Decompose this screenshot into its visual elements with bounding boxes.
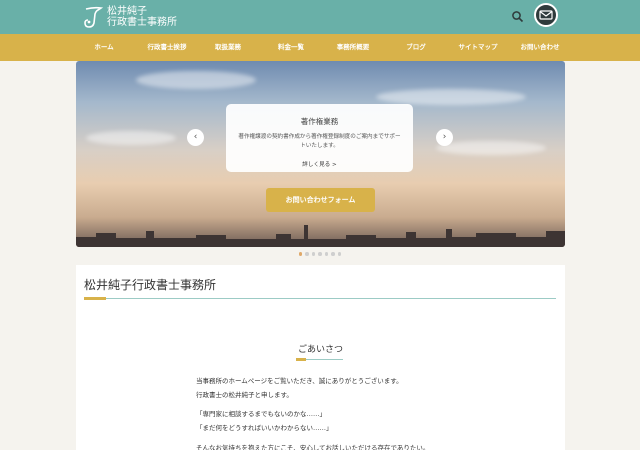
prev-slide-arrow[interactable]: ‹: [187, 129, 204, 146]
greeting-paragraph: 行政書士の松井純子と申します。: [196, 391, 293, 399]
nav-item-services[interactable]: 取扱業務: [215, 34, 241, 61]
slider-dot[interactable]: [298, 252, 303, 256]
greeting-quote: 「専門家に相談するまでもないのかな……」: [196, 410, 326, 418]
slider-dot[interactable]: [324, 252, 329, 256]
slide-description: 著作権譲渡の契約書作成から著作権登録制度のご案内までサポートいたします。: [238, 134, 401, 149]
contact-form-button[interactable]: お問い合わせフォーム: [266, 188, 375, 212]
main-content: 松井純子行政書士事務所 ごあいさつ 当事務所のホームページをご覧いただき、誠にあ…: [76, 265, 565, 450]
sky-cloud: [436, 141, 546, 155]
nav-item-contact[interactable]: お問い合わせ: [521, 34, 560, 61]
slider-dot[interactable]: [337, 252, 342, 256]
greeting-paragraph: 当事務所のホームページをご覧いただき、誠にありがとうございます。: [196, 377, 403, 385]
nav-item-home[interactable]: ホーム: [94, 34, 113, 61]
page-title: 松井純子行政書士事務所: [84, 278, 217, 292]
slider-dot[interactable]: [311, 252, 316, 256]
logo-text: 松井純子 行政書士事務所: [107, 6, 177, 28]
sky-cloud: [376, 89, 526, 105]
logo-line2: 行政書士事務所: [107, 17, 177, 28]
title-divider: [84, 298, 556, 299]
search-icon[interactable]: [511, 10, 524, 23]
sky-cloud: [86, 131, 176, 145]
main-nav: ホーム 行政書士挨拶 取扱業務 料金一覧 事務所概要 ブログ サイトマップ お問…: [0, 34, 640, 61]
section-accent: [296, 358, 306, 361]
slider-dot[interactable]: [331, 252, 335, 256]
nav-item-about[interactable]: 事務所概要: [337, 34, 370, 61]
slide-card: 著作権業務 著作権譲渡の契約書作成から著作権登録制度のご案内までサポートいたしま…: [226, 104, 413, 172]
slide-more-link[interactable]: 詳しく見る >: [302, 160, 336, 168]
site-logo[interactable]: 松井純子 行政書士事務所: [82, 3, 177, 31]
section-title: ごあいさつ: [297, 345, 343, 355]
mail-icon: [539, 10, 553, 20]
city-skyline-image: [76, 225, 565, 247]
slider-dot[interactable]: [305, 252, 309, 256]
nav-item-blog[interactable]: ブログ: [406, 34, 426, 61]
title-accent: [84, 297, 106, 300]
mail-button[interactable]: [534, 3, 558, 27]
sky-cloud: [136, 71, 256, 89]
next-slide-arrow[interactable]: ›: [436, 129, 453, 146]
header-bar: 松井純子 行政書士事務所: [0, 0, 640, 34]
nav-item-greeting[interactable]: 行政書士挨拶: [148, 34, 187, 61]
slider-pagination: [0, 252, 640, 258]
greeting-paragraph: そんなお気持ちを抱えた方にこそ、安心してお話しいただける存在でありたい。: [196, 444, 430, 450]
nav-item-sitemap[interactable]: サイトマップ: [459, 34, 498, 61]
greeting-quote: 「まだ何をどうすればいいかわからない……」: [196, 424, 333, 432]
slide-title: 著作権業務: [300, 117, 339, 126]
nav-item-fees[interactable]: 料金一覧: [278, 34, 304, 61]
logo-mark-icon: [84, 6, 104, 28]
slider-dot[interactable]: [318, 252, 322, 256]
logo-line1: 松井純子: [107, 6, 147, 17]
hero-slider: ‹ › 著作権業務 著作権譲渡の契約書作成から著作権登録制度のご案内までサポート…: [76, 61, 565, 247]
